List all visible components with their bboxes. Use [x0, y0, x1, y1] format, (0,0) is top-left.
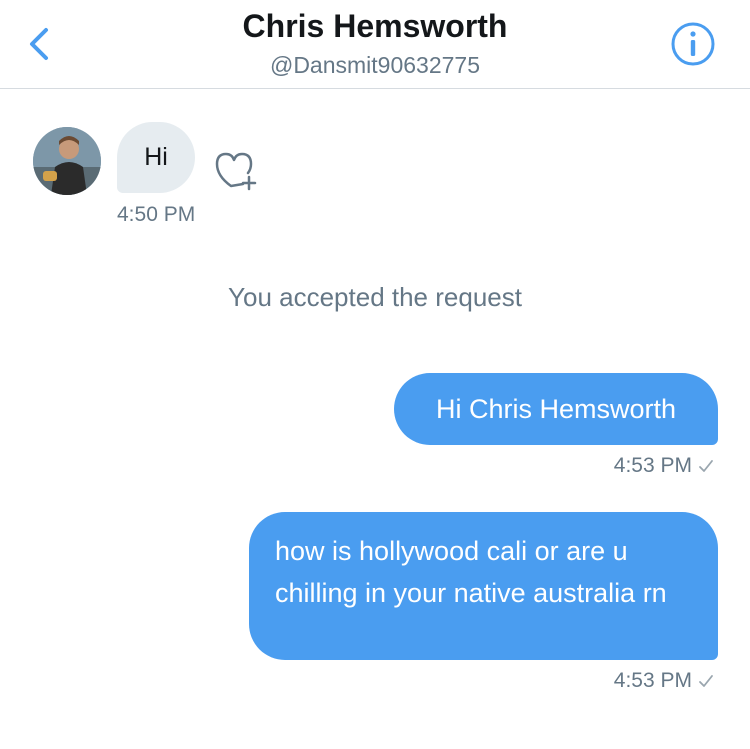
- info-icon: [671, 22, 715, 66]
- incoming-message[interactable]: Hi: [117, 122, 195, 193]
- conversation-title[interactable]: Chris Hemsworth: [0, 8, 750, 45]
- timestamp-text: 4:53 PM: [613, 669, 692, 692]
- outgoing-message[interactable]: Hi Chris Hemsworth: [394, 373, 718, 445]
- checkmark-icon: [699, 675, 713, 687]
- message-timestamp: 4:50 PM: [117, 203, 196, 226]
- avatar[interactable]: [33, 127, 101, 195]
- message-timestamp: 4:53 PM: [614, 454, 714, 478]
- avatar-photo: [33, 127, 101, 195]
- message-timestamp: 4:53 PM: [614, 669, 714, 693]
- checkmark-icon: [699, 460, 713, 472]
- heart-plus-icon: [215, 152, 257, 191]
- info-button[interactable]: [669, 20, 717, 68]
- react-button[interactable]: [213, 150, 259, 192]
- request-accepted-notice: You accepted the request: [228, 282, 522, 312]
- conversation-handle[interactable]: @Dansmit90632775: [0, 52, 750, 79]
- outgoing-message[interactable]: how is hollywood cali or are u chilling …: [249, 512, 718, 660]
- conversation-header: Chris Hemsworth @Dansmit90632775: [0, 0, 750, 89]
- timestamp-text: 4:53 PM: [613, 454, 692, 477]
